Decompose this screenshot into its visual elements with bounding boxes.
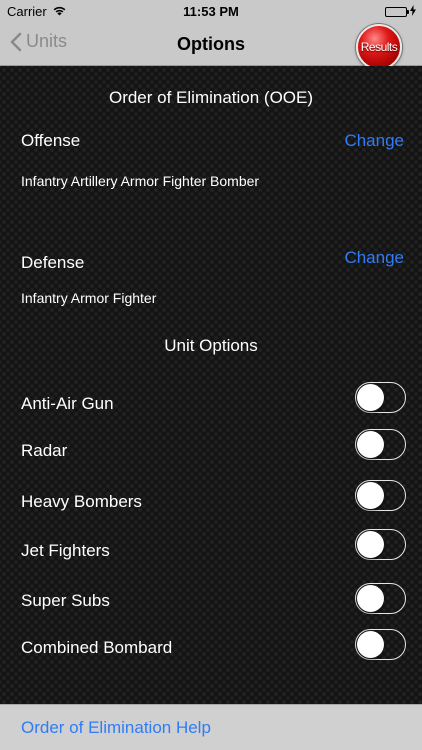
results-button-label: Results: [360, 40, 398, 54]
offense-change-button[interactable]: Change: [344, 131, 404, 151]
battery-tip: [407, 9, 409, 14]
toggle-heavy-bombers[interactable]: [355, 480, 406, 511]
status-time: 11:53 PM: [183, 4, 239, 19]
toggle-jet-fighters[interactable]: [355, 529, 406, 560]
unit-options-title: Unit Options: [164, 336, 258, 355]
options-content: Order of Elimination (OOE) Offense Chang…: [0, 66, 422, 704]
defense-change-button[interactable]: Change: [344, 248, 404, 268]
offense-order-text: Infantry Artillery Armor Fighter Bomber: [21, 173, 260, 189]
toggle-super-subs[interactable]: [355, 583, 406, 614]
navigation-bar: Units Options Results: [0, 22, 422, 70]
toggle-knob: [356, 530, 384, 558]
results-button[interactable]: Results: [356, 24, 402, 70]
ooe-section-title: Order of Elimination (OOE): [108, 88, 314, 107]
toggle-knob: [356, 481, 384, 509]
option-label-heavy-bombers: Heavy Bombers: [21, 492, 142, 511]
option-label-super-subs: Super Subs: [21, 591, 110, 610]
footer-bar: Order of Elimination Help: [0, 704, 422, 750]
toggle-radar[interactable]: [355, 429, 406, 460]
status-bar: Carrier 11:53 PM: [0, 0, 422, 22]
toggle-knob: [356, 430, 384, 458]
charging-bolt-icon: [410, 4, 416, 19]
status-right: [385, 4, 416, 19]
option-label-anti-air-gun: Anti-Air Gun: [21, 394, 114, 413]
option-label-radar: Radar: [21, 441, 68, 460]
defense-label: Defense: [21, 253, 85, 272]
option-label-combined-bombard: Combined Bombard: [21, 638, 173, 657]
toggle-anti-air-gun[interactable]: [355, 382, 406, 413]
toggle-combined-bombard[interactable]: [355, 629, 406, 660]
ooe-help-link[interactable]: Order of Elimination Help: [21, 718, 211, 738]
defense-order-text: Infantry Armor Fighter: [21, 290, 157, 306]
toggle-knob: [356, 584, 384, 612]
toggle-knob: [356, 630, 384, 658]
offense-label: Offense: [21, 131, 81, 150]
toggle-knob: [356, 383, 384, 411]
option-label-jet-fighters: Jet Fighters: [21, 541, 110, 560]
battery-icon: [385, 6, 409, 17]
